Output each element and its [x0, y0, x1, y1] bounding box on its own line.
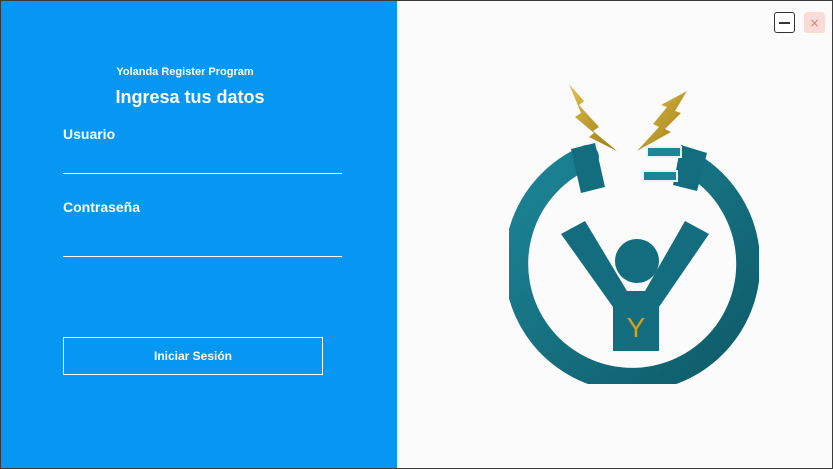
username-input[interactable] [63, 148, 342, 174]
minimize-button[interactable] [774, 12, 795, 33]
plug-person-logo: Y [509, 84, 759, 384]
login-button[interactable]: Iniciar Sesión [63, 337, 323, 375]
form-heading: Ingresa tus datos [115, 87, 265, 107]
username-label: Usuario [63, 126, 116, 142]
plug-left-shape [571, 143, 605, 193]
login-panel: Yolanda Register Program Ingresa tus dat… [1, 1, 397, 468]
close-button[interactable]: × [804, 12, 825, 33]
lightning-bolt-left-icon [569, 84, 617, 151]
person-head [615, 239, 659, 283]
minimize-icon [779, 21, 790, 24]
password-input[interactable] [63, 231, 342, 257]
plug-prong-top [646, 146, 682, 158]
password-label: Contraseña [63, 199, 141, 215]
logo-letter: Y [627, 312, 646, 343]
lightning-bolt-right-icon [637, 91, 687, 151]
app-window: Yolanda Register Program Ingresa tus dat… [0, 0, 833, 469]
app-name: Yolanda Register Program [116, 66, 254, 78]
plug-prong-bottom [642, 170, 678, 182]
close-icon: × [809, 15, 820, 30]
